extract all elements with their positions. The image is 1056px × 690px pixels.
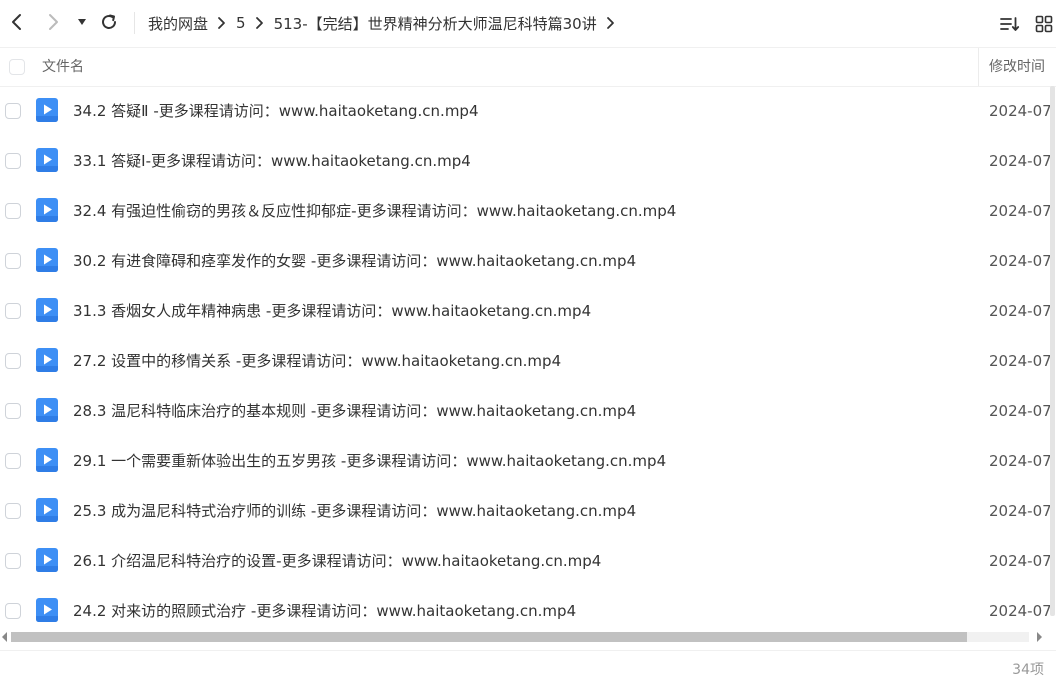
file-name: 34.2 答疑Ⅱ -更多课程请访问：www.haitaoketang.cn.mp… (73, 102, 479, 120)
file-modified-time: 2024-07 (989, 402, 1052, 420)
file-name: 25.3 成为温尼科特式治疗师的训练 -更多课程请访问：www.haitaoke… (73, 502, 637, 520)
video-file-icon (36, 298, 58, 322)
file-modified-time: 2024-07 (989, 152, 1052, 170)
status-bar: 34项 (0, 650, 1056, 690)
sort-button[interactable] (998, 12, 1022, 36)
breadcrumb-item-root[interactable]: 我的网盘 (148, 13, 208, 34)
file-row-5[interactable]: 31.3 香烟女人成年精神病患 -更多课程请访问：www.haitaoketan… (0, 286, 1056, 336)
file-row-1[interactable]: 34.2 答疑Ⅱ -更多课程请访问：www.haitaoketang.cn.mp… (0, 86, 1056, 136)
back-button[interactable] (4, 10, 28, 34)
file-row-8[interactable]: 29.1 一个需要重新体验出生的五岁男孩 -更多课程请访问：www.haitao… (0, 436, 1056, 486)
video-file-icon (36, 148, 58, 172)
file-row-9[interactable]: 25.3 成为温尼科特式治疗师的训练 -更多课程请访问：www.haitaoke… (0, 486, 1056, 536)
file-name: 30.2 有进食障碍和痉挛发作的女婴 -更多课程请访问：www.haitaoke… (73, 252, 637, 270)
breadcrumb-item-current[interactable]: 513-【完结】世界精神分析大师温尼科特篇30讲 (274, 13, 597, 34)
row-checkbox[interactable] (5, 403, 21, 419)
item-count: 34项 (1012, 662, 1044, 678)
video-file-icon (36, 448, 58, 472)
file-modified-time: 2024-07 (989, 252, 1052, 270)
history-dropdown-button[interactable] (72, 10, 92, 34)
video-file-icon (36, 548, 58, 572)
grid-view-icon (1035, 15, 1053, 33)
grid-view-button[interactable] (1032, 12, 1056, 36)
refresh-button[interactable] (97, 10, 121, 34)
scroll-left-arrow[interactable] (0, 631, 10, 643)
file-modified-time: 2024-07 (989, 102, 1052, 120)
video-file-icon (36, 248, 58, 272)
file-modified-time: 2024-07 (989, 202, 1052, 220)
file-name: 32.4 有强迫性偷窃的男孩＆反应性抑郁症-更多课程请访问：www.haitao… (73, 202, 677, 220)
file-modified-time: 2024-07 (989, 502, 1052, 520)
file-modified-time: 2024-07 (989, 302, 1052, 320)
chevron-right-icon (246, 16, 274, 30)
row-checkbox[interactable] (5, 153, 21, 169)
select-all-checkbox[interactable] (9, 59, 25, 75)
forward-icon (49, 14, 58, 30)
back-icon (12, 14, 21, 30)
breadcrumb: 我的网盘 5 513-【完结】世界精神分析大师温尼科特篇30讲 (148, 0, 625, 46)
chevron-right-icon[interactable] (597, 16, 625, 30)
file-row-7[interactable]: 28.3 温尼科特临床治疗的基本规则 -更多课程请访问：www.haitaoke… (0, 386, 1056, 436)
file-name: 26.1 介绍温尼科特治疗的设置-更多课程请访问：www.haitaoketan… (73, 552, 602, 570)
file-list-header: 文件名 修改时间 (0, 47, 1056, 87)
file-row-6[interactable]: 27.2 设置中的移情关系 -更多课程请访问：www.haitaoketang.… (0, 336, 1056, 386)
file-row-10[interactable]: 26.1 介绍温尼科特治疗的设置-更多课程请访问：www.haitaoketan… (0, 536, 1056, 586)
file-name: 29.1 一个需要重新体验出生的五岁男孩 -更多课程请访问：www.haitao… (73, 452, 667, 470)
file-row-3[interactable]: 32.4 有强迫性偷窃的男孩＆反应性抑郁症-更多课程请访问：www.haitao… (0, 186, 1056, 236)
vertical-scrollbar[interactable] (1050, 86, 1055, 616)
refresh-icon (102, 14, 116, 29)
column-divider[interactable] (978, 48, 979, 86)
toolbar: 我的网盘 5 513-【完结】世界精神分析大师温尼科特篇30讲 (0, 0, 1056, 46)
row-checkbox[interactable] (5, 603, 21, 619)
file-modified-time: 2024-07 (989, 552, 1052, 570)
row-checkbox[interactable] (5, 303, 21, 319)
breadcrumb-item-folder[interactable]: 5 (236, 14, 246, 32)
file-modified-time: 2024-07 (989, 452, 1052, 470)
file-row-2[interactable]: 33.1 答疑Ⅰ-更多课程请访问：www.haitaoketang.cn.mp4… (0, 136, 1056, 186)
row-checkbox[interactable] (5, 253, 21, 269)
file-modified-time: 2024-07 (989, 352, 1052, 370)
video-file-icon (36, 198, 58, 222)
video-file-icon (36, 498, 58, 522)
file-name: 27.2 设置中的移情关系 -更多课程请访问：www.haitaoketang.… (73, 352, 562, 370)
row-checkbox[interactable] (5, 353, 21, 369)
horizontal-scrollbar[interactable] (0, 628, 1056, 646)
dropdown-icon (78, 19, 86, 25)
row-checkbox[interactable] (5, 453, 21, 469)
toolbar-divider (134, 12, 135, 34)
scrollbar-thumb[interactable] (11, 632, 967, 642)
file-name: 33.1 答疑Ⅰ-更多课程请访问：www.haitaoketang.cn.mp4 (73, 152, 471, 170)
column-header-modified[interactable]: 修改时间 (989, 48, 1045, 86)
scroll-right-arrow[interactable] (1034, 631, 1044, 643)
video-file-icon (36, 598, 58, 622)
row-checkbox[interactable] (5, 503, 21, 519)
file-row-4[interactable]: 30.2 有进食障碍和痉挛发作的女婴 -更多课程请访问：www.haitaoke… (0, 236, 1056, 286)
chevron-right-icon (208, 16, 236, 30)
video-file-icon (36, 348, 58, 372)
row-checkbox[interactable] (5, 553, 21, 569)
file-name: 31.3 香烟女人成年精神病患 -更多课程请访问：www.haitaoketan… (73, 302, 592, 320)
row-checkbox[interactable] (5, 103, 21, 119)
sort-icon (1000, 17, 1020, 31)
video-file-icon (36, 98, 58, 122)
video-file-icon (36, 398, 58, 422)
forward-button[interactable] (42, 10, 66, 34)
file-name: 28.3 温尼科特临床治疗的基本规则 -更多课程请访问：www.haitaoke… (73, 402, 637, 420)
row-checkbox[interactable] (5, 203, 21, 219)
column-header-name[interactable]: 文件名 (42, 48, 84, 86)
